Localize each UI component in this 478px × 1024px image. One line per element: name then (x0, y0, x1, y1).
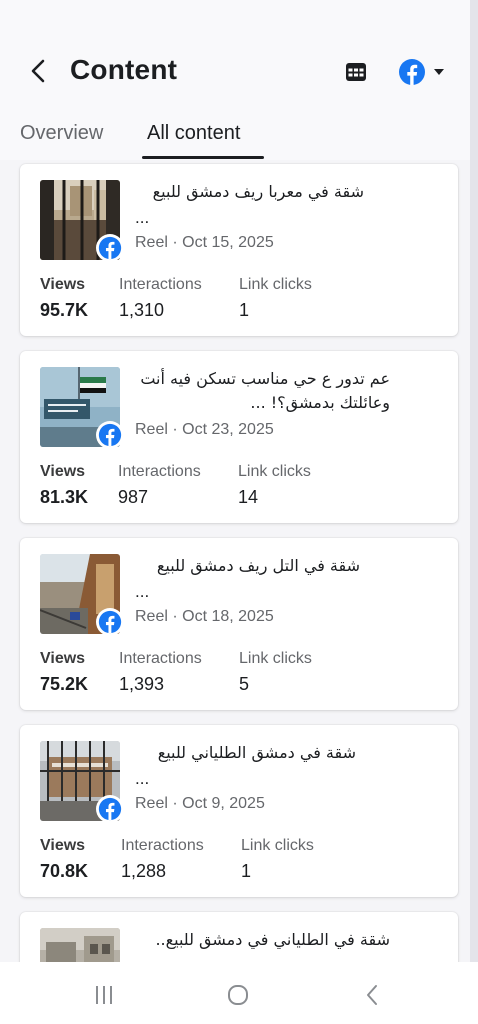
facebook-badge (96, 234, 124, 262)
views-value: 95.7K (40, 300, 89, 320)
facebook-badge (96, 795, 124, 823)
caption-line: وعائلتك بدمشق؟! ... (250, 393, 390, 412)
interactions-label: Interactions (119, 276, 202, 293)
interactions-stat: Interactions 1,310 (119, 276, 202, 321)
interactions-stat: Interactions 1,393 (119, 650, 202, 695)
content-card[interactable]: عم تدور ع حي مناسب تسكن فيه أنت وعائلتك … (20, 351, 458, 523)
system-back-icon (367, 985, 377, 1005)
interactions-value: 1,393 (119, 674, 165, 694)
chevron-left-icon (31, 59, 45, 83)
recent-apps-button[interactable] (84, 982, 124, 1008)
post-caption: شقة في الطلياني في دمشق للبيع.. (134, 928, 390, 952)
home-circle-icon (228, 985, 248, 1005)
post-caption: شقة في معربا ريف دمشق للبيع (134, 180, 364, 204)
post-meta: Reel · Oct 9, 2025 (135, 795, 265, 812)
tab-overview[interactable]: Overview (20, 122, 103, 145)
caption-line: عم تدور ع حي مناسب تسكن فيه أنت (140, 369, 390, 388)
tab-all-content[interactable]: All content (147, 122, 240, 145)
interactions-label: Interactions (119, 650, 202, 667)
views-value: 70.8K (40, 861, 89, 881)
views-label: Views (40, 837, 86, 854)
content-card[interactable]: شقة في دمشق الطلياني للبيع ... Reel · Oc… (20, 725, 458, 897)
facebook-icon (98, 423, 122, 447)
caret-down-icon (434, 69, 444, 75)
content-card[interactable]: شقة في معربا ريف دمشق للبيع ... Reel · O… (20, 164, 458, 336)
recent-apps-icon (96, 986, 112, 1004)
interactions-label: Interactions (118, 463, 201, 480)
views-stat: Views 70.8K (40, 837, 88, 882)
views-label: Views (40, 463, 86, 480)
caption-line: شقة في معربا ريف دمشق للبيع (152, 182, 364, 201)
caption-line: شقة في التل ريف دمشق للبيع (156, 556, 360, 575)
facebook-icon (98, 610, 122, 634)
post-meta: Reel · Oct 18, 2025 (135, 608, 274, 625)
link-clicks-stat: Link clicks 5 (239, 650, 312, 695)
facebook-badge (96, 608, 124, 636)
post-caption: شقة في التل ريف دمشق للبيع (134, 554, 360, 578)
screen-edge (470, 0, 478, 1024)
views-stat: Views 75.2K (40, 650, 88, 695)
caption-ellipsis: ... (135, 582, 150, 601)
interactions-value: 987 (118, 487, 149, 507)
platform-selector[interactable] (398, 56, 448, 88)
active-tab-indicator (142, 156, 264, 159)
link-clicks-label: Link clicks (239, 650, 312, 667)
facebook-icon (98, 797, 122, 821)
system-nav-bar (0, 962, 478, 1024)
link-clicks-value: 1 (239, 300, 250, 320)
page-title: Content (70, 54, 178, 85)
facebook-badge (96, 421, 124, 449)
app-screen: Content Overview All content شقة في معرب… (0, 0, 478, 1024)
link-clicks-stat: Link clicks 1 (241, 837, 314, 882)
link-clicks-label: Link clicks (239, 276, 312, 293)
post-caption: عم تدور ع حي مناسب تسكن فيه أنت وعائلتك … (134, 367, 390, 415)
interactions-label: Interactions (121, 837, 204, 854)
facebook-icon (399, 59, 425, 85)
link-clicks-stat: Link clicks 14 (238, 463, 311, 508)
post-meta: Reel · Oct 23, 2025 (135, 421, 274, 438)
header: Content Overview All content (0, 0, 470, 160)
views-value: 75.2K (40, 674, 89, 694)
caption-ellipsis: ... (135, 769, 150, 788)
system-back-button[interactable] (352, 982, 392, 1008)
views-stat: Views 95.7K (40, 276, 88, 321)
link-clicks-stat: Link clicks 1 (239, 276, 312, 321)
post-meta: Reel · Oct 15, 2025 (135, 234, 274, 251)
table-view-button[interactable] (342, 58, 370, 86)
link-clicks-label: Link clicks (238, 463, 311, 480)
views-value: 81.3K (40, 487, 89, 507)
post-caption: شقة في دمشق الطلياني للبيع (134, 741, 356, 765)
caption-ellipsis: ... (135, 208, 150, 227)
interactions-value: 1,310 (119, 300, 165, 320)
interactions-stat: Interactions 987 (118, 463, 201, 508)
home-button[interactable] (218, 982, 258, 1008)
back-button[interactable] (24, 56, 52, 86)
facebook-icon (98, 236, 122, 260)
interactions-stat: Interactions 1,288 (121, 837, 204, 882)
link-clicks-value: 5 (239, 674, 250, 694)
views-label: Views (40, 650, 86, 667)
link-clicks-label: Link clicks (241, 837, 314, 854)
link-clicks-value: 14 (238, 487, 259, 507)
caption-line: شقة في دمشق الطلياني للبيع (157, 743, 356, 762)
caption-line: شقة في الطلياني في دمشق للبيع.. (155, 930, 390, 949)
views-stat: Views 81.3K (40, 463, 88, 508)
table-icon (346, 63, 366, 81)
link-clicks-value: 1 (241, 861, 252, 881)
interactions-value: 1,288 (121, 861, 167, 881)
content-card[interactable]: شقة في التل ريف دمشق للبيع ... Reel · Oc… (20, 538, 458, 710)
tab-bar: Overview All content (0, 118, 470, 160)
views-label: Views (40, 276, 86, 293)
